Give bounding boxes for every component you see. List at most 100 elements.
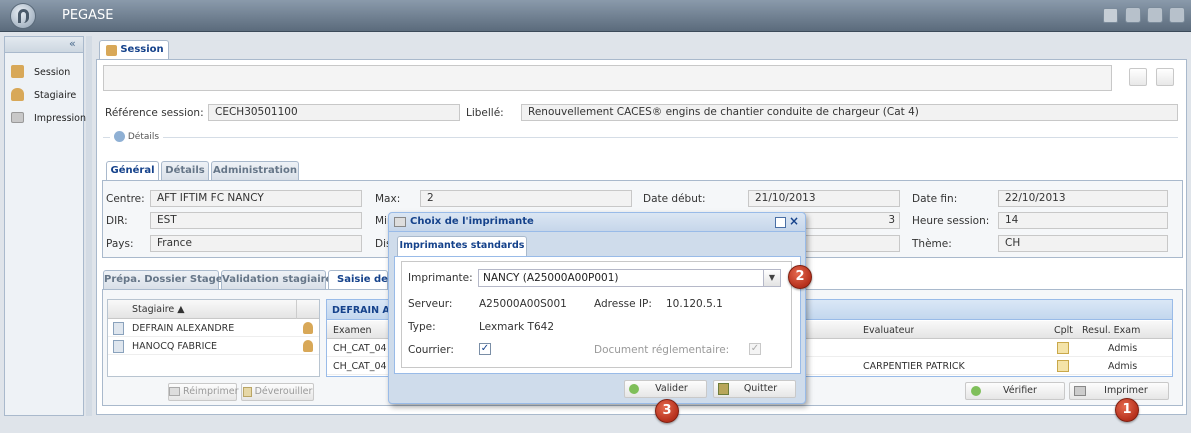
tab-session[interactable]: Session bbox=[99, 40, 169, 60]
date-debut-field[interactable]: 21/10/2013 bbox=[748, 190, 900, 207]
stagiaire-name: HANOCQ FABRICE bbox=[132, 341, 218, 352]
sidebar-item-label: Session bbox=[34, 67, 71, 78]
courrier-label: Courrier: bbox=[408, 344, 454, 356]
sidebar-item-label: Impression bbox=[34, 113, 86, 124]
step-badge-2: 2 bbox=[788, 265, 812, 289]
title-bar: PEGASE bbox=[0, 0, 1191, 32]
verifier-button[interactable]: Vérifier bbox=[965, 382, 1065, 400]
session-toolbar bbox=[103, 65, 1112, 91]
column-header-examen[interactable]: Examen bbox=[333, 325, 372, 336]
theme-field[interactable]: CH bbox=[998, 235, 1168, 252]
sidebar-item-session[interactable]: Session bbox=[5, 65, 83, 81]
table-row[interactable]: DEFRAIN ALEXANDRE bbox=[108, 320, 319, 337]
deverouiller-button[interactable]: Déverouiller bbox=[241, 383, 314, 401]
printer-dialog: Choix de l'imprimante × Imprimantes stan… bbox=[388, 212, 806, 404]
column-header-stagiaire[interactable]: Stagiaire ▲ bbox=[132, 304, 185, 315]
session-icon bbox=[106, 45, 117, 56]
tab-details[interactable]: Détails bbox=[161, 161, 209, 180]
document-reglementaire-label: Document réglementaire: bbox=[594, 344, 730, 356]
examen-cell: CH_CAT_04 bbox=[333, 343, 387, 354]
date-fin-field[interactable]: 22/10/2013 bbox=[998, 190, 1168, 207]
max-label: Max: bbox=[375, 193, 401, 205]
ip-label: Adresse IP: bbox=[594, 298, 652, 310]
grid-header: Stagiaire ▲ bbox=[108, 300, 319, 319]
dialog-form: Imprimante: NANCY (A25000A00P001) ▼ Serv… bbox=[401, 261, 792, 368]
tab-prepa-dossier[interactable]: Prépa. Dossier Stage bbox=[103, 270, 223, 289]
date-fin-label: Date fin: bbox=[912, 193, 958, 205]
dialog-titlebar[interactable]: Choix de l'imprimante × bbox=[389, 213, 805, 232]
dir-label: DIR: bbox=[106, 215, 128, 227]
courrier-checkbox[interactable]: ✓ bbox=[479, 343, 491, 355]
printer-icon bbox=[1074, 386, 1086, 396]
maximize-icon[interactable] bbox=[775, 217, 786, 228]
document-reglementaire-checkbox[interactable]: ✓ bbox=[749, 343, 761, 355]
libelle-label: Libellé: bbox=[466, 107, 504, 119]
sidebar-header: « bbox=[5, 37, 83, 53]
window-icon[interactable] bbox=[1169, 7, 1185, 23]
splitter[interactable] bbox=[86, 36, 92, 416]
tab-imprimantes-standards[interactable]: Imprimantes standards bbox=[397, 236, 527, 256]
check-icon bbox=[629, 384, 639, 394]
mail-icon[interactable] bbox=[1147, 7, 1163, 23]
printer-icon bbox=[11, 112, 24, 123]
table-row[interactable]: HANOCQ FABRICE bbox=[108, 338, 319, 355]
person-icon[interactable] bbox=[303, 340, 313, 352]
ip-value: 10.120.5.1 bbox=[666, 298, 723, 310]
imprimer-button[interactable]: Imprimer bbox=[1069, 382, 1169, 400]
type-label: Type: bbox=[408, 321, 436, 333]
refresh-icon[interactable] bbox=[1156, 68, 1174, 86]
dir-field[interactable]: EST bbox=[150, 212, 362, 229]
result-cell: Admis bbox=[1108, 343, 1138, 354]
valider-button[interactable]: Valider bbox=[624, 380, 707, 398]
wrench-icon[interactable] bbox=[1103, 8, 1118, 23]
collapse-icon[interactable]: « bbox=[69, 37, 76, 50]
stagiaire-icon bbox=[11, 88, 24, 101]
date-debut-label: Date début: bbox=[643, 193, 706, 205]
sidebar-item-impression[interactable]: Impression bbox=[5, 111, 86, 127]
tab-validation-stagiaire[interactable]: Validation stagiaire bbox=[221, 270, 332, 289]
column-header-cplt[interactable]: Cplt bbox=[1054, 325, 1073, 336]
document-icon bbox=[113, 322, 124, 335]
lock-icon bbox=[242, 386, 252, 397]
reference-field[interactable]: CECH30501100 bbox=[208, 104, 460, 121]
libelle-field[interactable]: Renouvellement CACES® engins de chantier… bbox=[521, 104, 1178, 121]
tab-general[interactable]: Général bbox=[106, 161, 159, 181]
serveur-value: A25000A00S001 bbox=[479, 298, 567, 310]
result-cell: Admis bbox=[1108, 361, 1138, 372]
quitter-button[interactable]: Quitter bbox=[713, 380, 796, 398]
chevron-down-icon[interactable]: ▼ bbox=[763, 270, 780, 286]
check-icon bbox=[971, 386, 981, 396]
note-icon[interactable] bbox=[1057, 360, 1069, 372]
app-logo bbox=[10, 3, 36, 29]
document-icon bbox=[113, 340, 124, 353]
column-header-result[interactable]: Resul. Exam bbox=[1082, 325, 1140, 336]
session-icon bbox=[11, 65, 24, 78]
reference-label: Référence session: bbox=[105, 107, 204, 119]
sidebar-item-stagiaire[interactable]: Stagiaire bbox=[5, 88, 83, 104]
calculator-icon[interactable] bbox=[1129, 68, 1147, 86]
column-header-evaluateur[interactable]: Evaluateur bbox=[863, 325, 914, 336]
centre-field[interactable]: AFT IFTIM FC NANCY bbox=[150, 190, 362, 207]
serveur-label: Serveur: bbox=[408, 298, 453, 310]
tab-administration[interactable]: Administration bbox=[211, 161, 299, 180]
details-divider bbox=[103, 137, 1178, 138]
chevron-down-icon bbox=[114, 131, 125, 142]
stagiaire-name: DEFRAIN ALEXANDRE bbox=[132, 323, 235, 334]
printer-icon bbox=[169, 387, 180, 396]
reimprimer-button[interactable]: Réimprimer bbox=[168, 383, 239, 401]
close-icon[interactable]: × bbox=[789, 214, 801, 228]
person-icon[interactable] bbox=[303, 322, 313, 334]
dialog-title: Choix de l'imprimante bbox=[410, 216, 534, 227]
details-toggle[interactable]: Détails bbox=[110, 131, 164, 142]
max-field[interactable]: 2 bbox=[420, 190, 632, 207]
pays-field[interactable]: France bbox=[150, 235, 362, 252]
heure-field[interactable]: 14 bbox=[998, 212, 1168, 229]
stagiaire-grid: Stagiaire ▲ DEFRAIN ALEXANDRE HANOCQ FAB… bbox=[107, 299, 320, 377]
imprimante-select[interactable]: NANCY (A25000A00P001) ▼ bbox=[478, 269, 781, 287]
printer-icon bbox=[394, 217, 406, 227]
note-icon[interactable] bbox=[1057, 342, 1069, 354]
heure-label: Heure session: bbox=[912, 215, 990, 227]
tab-saisie[interactable]: Saisie des bbox=[328, 270, 394, 290]
pays-label: Pays: bbox=[106, 238, 134, 250]
user-icon[interactable] bbox=[1125, 7, 1141, 23]
